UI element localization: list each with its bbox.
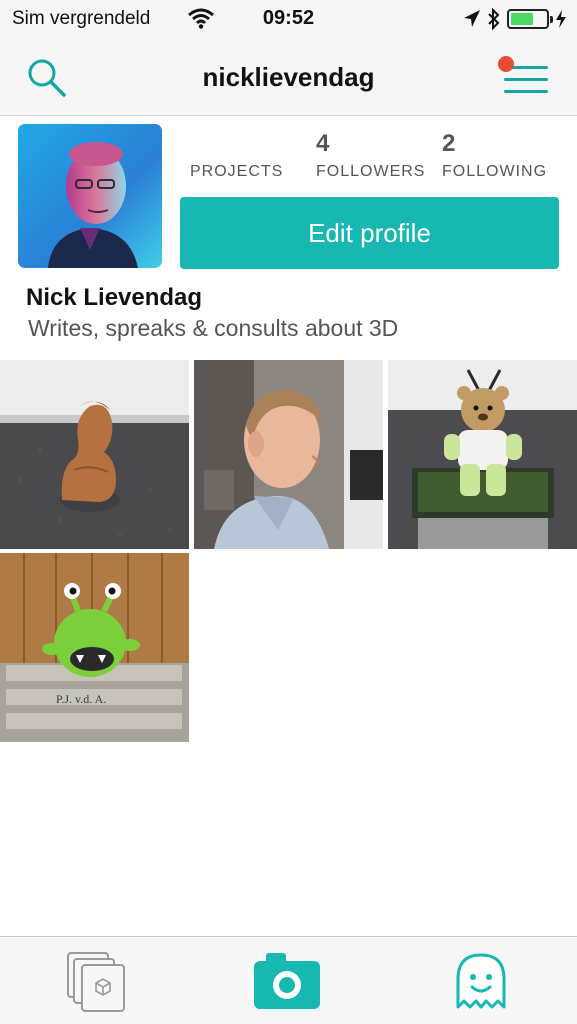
navigation-bar: nicklievendag — [0, 38, 577, 116]
tab-bar — [0, 936, 577, 1024]
bluetooth-icon — [488, 8, 500, 30]
menu-line — [504, 78, 548, 81]
notification-dot — [498, 56, 514, 72]
tab-camera[interactable] — [252, 949, 322, 1015]
tab-profile[interactable] — [446, 949, 516, 1015]
stat-following[interactable]: 2 FOLLOWING — [442, 130, 547, 181]
green-monster-toy-photo: P.J. v.d. A. — [0, 553, 189, 742]
photo-tile[interactable] — [388, 360, 577, 549]
profile-bio: Writes, spreaks & consults about 3D — [28, 315, 399, 341]
hamburger-menu-icon[interactable] — [494, 56, 554, 98]
knitted-teddy-bear-photo — [388, 360, 577, 549]
terracotta-bust-photo — [0, 360, 189, 549]
stat-followers[interactable]: 4 FOLLOWERS — [316, 130, 425, 181]
photo-tile[interactable] — [194, 360, 383, 549]
photo-tile[interactable] — [0, 360, 189, 549]
app-screen: Sim vergrendeld 09:52 nicklievendag PROJ… — [0, 0, 577, 1024]
stat-following-label: FOLLOWING — [442, 163, 548, 180]
location-arrow-icon — [464, 10, 480, 27]
status-bar: Sim vergrendeld 09:52 — [0, 0, 577, 38]
page-title: nicklievendag — [202, 62, 375, 92]
photo-tile[interactable]: P.J. v.d. A. — [0, 553, 189, 742]
stat-followers-label: FOLLOWERS — [316, 163, 426, 180]
stat-followers-value: 4 — [316, 130, 330, 157]
projects-stack-icon — [67, 952, 125, 1012]
ghost-profile-icon — [456, 953, 506, 1009]
stat-projects-value — [190, 130, 283, 160]
stat-projects[interactable]: PROJECTS — [190, 130, 283, 181]
status-indicators — [463, 7, 567, 31]
tab-projects[interactable] — [64, 949, 134, 1015]
avatar-photo — [18, 124, 162, 268]
battery-level — [511, 13, 534, 25]
man-profile-photo — [194, 360, 383, 549]
profile-card: PROJECTS 4 FOLLOWERS 2 FOLLOWING Edit pr… — [0, 116, 559, 370]
menu-line — [504, 90, 548, 93]
profile-name: Nick Lievendag — [26, 284, 203, 311]
svg-text:P.J. v.d. A.: P.J. v.d. A. — [56, 692, 106, 706]
battery-tip — [550, 16, 553, 23]
battery-icon — [507, 9, 553, 29]
camera-icon — [254, 953, 320, 1009]
charging-bolt-icon — [556, 10, 566, 28]
stat-projects-label: PROJECTS — [190, 163, 284, 180]
stat-following-value: 2 — [442, 130, 456, 157]
avatar[interactable] — [18, 124, 162, 268]
edit-profile-button[interactable]: Edit profile — [180, 197, 559, 269]
